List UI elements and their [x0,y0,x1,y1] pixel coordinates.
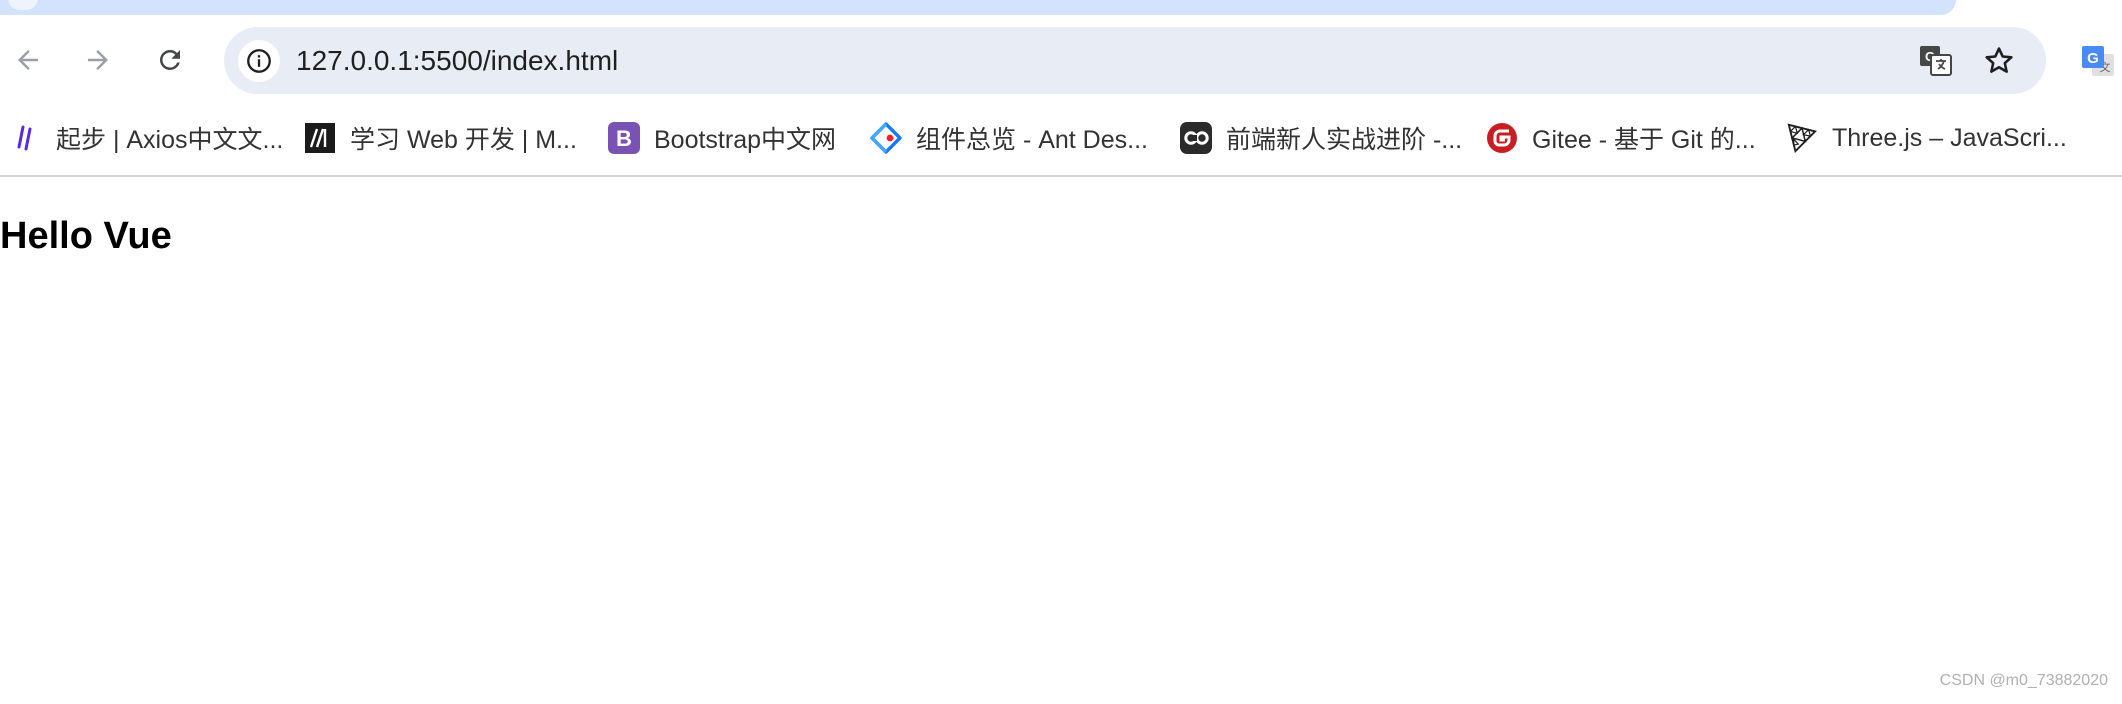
gitee-icon [1486,122,1518,154]
co-icon [1180,122,1212,154]
url-text[interactable]: 127.0.0.1:5500/index.html [296,27,618,94]
bookmark-label: Gitee - 基于 Git 的... [1532,126,1756,154]
google-translate-extension[interactable]: 文 G [2080,44,2116,80]
svg-text:G: G [2087,50,2099,67]
reload-icon [160,50,180,70]
translate-icon: G [1920,46,1952,76]
address-bar[interactable]: 127.0.0.1:5500/index.html G [224,27,2046,94]
watermark-text: CSDN @m0_73882020 [1939,672,2108,689]
reload-button[interactable] [150,40,190,80]
bookmark-label: Bootstrap中文网 [654,126,837,154]
translate-button[interactable]: G [1916,41,1956,81]
back-button[interactable] [8,40,48,80]
page-content: Hello Vue CSDN @m0_73882020 [0,177,2122,704]
ant-design-icon [870,122,902,154]
bookmark-item[interactable]: 组件总览 - Ant Des... [870,118,1148,158]
forward-button[interactable] [78,40,118,80]
bookmark-item[interactable]: 前端新人实战进阶 -... [1180,118,1462,158]
arrow-right-icon [88,50,108,70]
bookmark-label: 起步 | Axios中文文... [56,126,284,154]
threejs-icon [1786,122,1818,154]
tab-strip-background [0,0,1956,15]
bookmark-item[interactable]: 学习 Web 开发 | M... [304,118,577,158]
bookmarks-bar: 起步 | Axios中文文... 学习 Web 开发 | M... B Boot… [0,98,2122,176]
browser-window: 127.0.0.1:5500/index.html G 文 G 起步 | Axi… [0,0,2122,704]
page-heading: Hello Vue [0,215,172,257]
navigation-toolbar: 127.0.0.1:5500/index.html G 文 G [0,22,2122,98]
bookmark-item[interactable]: B Bootstrap中文网 [608,118,836,158]
axios-icon [10,122,42,154]
arrow-left-icon [18,50,38,70]
bookmark-star-button[interactable] [1979,41,2019,81]
bootstrap-icon: B [608,122,640,154]
bookmark-item[interactable]: Three.js – JavaScri... [1786,118,2067,158]
star-icon [1985,47,2013,73]
site-info-button[interactable] [238,40,280,82]
bookmark-item[interactable]: 起步 | Axios中文文... [10,118,283,158]
bookmark-label: 学习 Web 开发 | M... [350,126,577,154]
google-translate-icon: 文 G [2082,46,2114,76]
mdn-icon [304,122,336,154]
bookmark-label: 前端新人实战进阶 -... [1226,126,1463,154]
bookmark-label: 组件总览 - Ant Des... [916,126,1148,154]
tab-strip [0,0,2122,22]
svg-text:B: B [616,126,632,151]
info-icon [247,49,271,73]
bookmark-label: Three.js – JavaScri... [1832,123,2067,152]
bookmark-item[interactable]: Gitee - 基于 Git 的... [1486,118,1756,158]
